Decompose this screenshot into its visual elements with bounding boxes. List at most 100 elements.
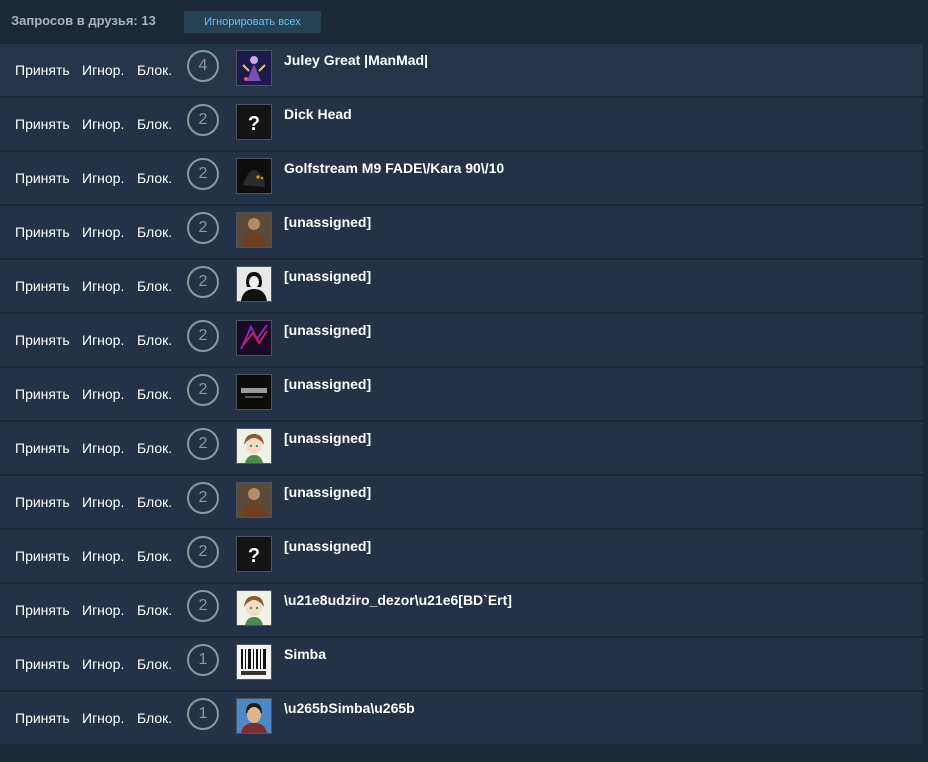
friend-requests-header: Запросов в друзья: 13 Игнорировать всех: [0, 0, 928, 44]
avatar[interactable]: [236, 590, 272, 626]
request-name[interactable]: [unassigned]: [284, 268, 371, 284]
accept-button[interactable]: Принять: [15, 224, 70, 240]
list-item: Принять Игнор. Блок. 1 \u265bSimba\u265b: [0, 692, 923, 744]
request-name[interactable]: [unassigned]: [284, 430, 371, 446]
accept-button[interactable]: Принять: [15, 548, 70, 564]
child-photo-icon: [237, 699, 271, 733]
list-item: Принять Игнор. Блок. 2 Golfstream M9 FAD…: [0, 152, 923, 204]
accept-button[interactable]: Принять: [15, 440, 70, 456]
level-badge: 2: [187, 536, 219, 568]
level-badge: 2: [187, 104, 219, 136]
request-name[interactable]: Golfstream M9 FADE\/Kara 90\/10: [284, 160, 504, 176]
list-item: Принять Игнор. Блок. 1 Simba: [0, 638, 923, 690]
svg-text:?: ?: [248, 113, 260, 135]
block-button[interactable]: Блок.: [137, 170, 172, 186]
ignore-button[interactable]: Игнор.: [82, 116, 124, 132]
list-item: Принять Игнор. Блок. 2 [unassigned]: [0, 260, 923, 312]
friend-request-list: Принять Игнор. Блок. 4 Juley Great |ManM…: [0, 44, 923, 746]
accept-button[interactable]: Принять: [15, 278, 70, 294]
accept-button[interactable]: Принять: [15, 386, 70, 402]
ignore-button[interactable]: Игнор.: [82, 62, 124, 78]
ignore-all-button[interactable]: Игнорировать всех: [184, 11, 321, 33]
avatar[interactable]: [236, 50, 272, 86]
level-badge: 4: [187, 50, 219, 82]
request-name[interactable]: Juley Great |ManMad|: [284, 52, 428, 68]
ignore-button[interactable]: Игнор.: [82, 602, 124, 618]
block-button[interactable]: Блок.: [137, 278, 172, 294]
request-name[interactable]: [unassigned]: [284, 484, 371, 500]
barcode-logo-icon: [237, 645, 271, 679]
avatar[interactable]: [236, 158, 272, 194]
ignore-button[interactable]: Игнор.: [82, 278, 124, 294]
person-photo-icon: [237, 213, 271, 247]
level-badge: 2: [187, 482, 219, 514]
ignore-button[interactable]: Игнор.: [82, 224, 124, 240]
ignore-button[interactable]: Игнор.: [82, 548, 124, 564]
ignore-button[interactable]: Игнор.: [82, 656, 124, 672]
accept-button[interactable]: Принять: [15, 710, 70, 726]
level-badge: 2: [187, 158, 219, 190]
request-name[interactable]: \u265bSimba\u265b: [284, 700, 415, 716]
accept-button[interactable]: Принять: [15, 494, 70, 510]
accept-button[interactable]: Принять: [15, 602, 70, 618]
ignore-button[interactable]: Игнор.: [82, 170, 124, 186]
list-item: Принять Игнор. Блок. 4 Juley Great |ManM…: [0, 44, 923, 96]
level-badge: 2: [187, 428, 219, 460]
dark-creature-icon: [237, 159, 271, 193]
anime-character-icon: [237, 591, 271, 625]
level-badge: 2: [187, 212, 219, 244]
block-button[interactable]: Блок.: [137, 494, 172, 510]
ignore-button[interactable]: Игнор.: [82, 386, 124, 402]
level-badge: 2: [187, 266, 219, 298]
block-button[interactable]: Блок.: [137, 386, 172, 402]
list-item: Принять Игнор. Блок. 2 ? [unassigned]: [0, 530, 923, 582]
avatar[interactable]: [236, 698, 272, 734]
accept-button[interactable]: Принять: [15, 62, 70, 78]
block-button[interactable]: Блок.: [137, 116, 172, 132]
avatar[interactable]: ?: [236, 536, 272, 572]
anime-character-icon: [237, 429, 271, 463]
accept-button[interactable]: Принять: [15, 332, 70, 348]
block-button[interactable]: Блок.: [137, 332, 172, 348]
person-photo-icon: [237, 483, 271, 517]
avatar[interactable]: [236, 320, 272, 356]
request-name[interactable]: [unassigned]: [284, 214, 371, 230]
block-button[interactable]: Блок.: [137, 62, 172, 78]
block-button[interactable]: Блок.: [137, 548, 172, 564]
request-name[interactable]: [unassigned]: [284, 376, 371, 392]
request-name[interactable]: \u21e8udziro_dezor\u21e6[BD`Ert]: [284, 592, 512, 608]
block-button[interactable]: Блок.: [137, 656, 172, 672]
bw-portrait-icon: [237, 267, 271, 301]
avatar[interactable]: [236, 374, 272, 410]
avatar[interactable]: [236, 644, 272, 680]
accept-button[interactable]: Принять: [15, 656, 70, 672]
avatar[interactable]: ?: [236, 104, 272, 140]
ignore-button[interactable]: Игнор.: [82, 494, 124, 510]
avatar[interactable]: [236, 482, 272, 518]
envy-logo-icon: [237, 321, 271, 355]
list-item: Принять Игнор. Блок. 2 [unassigned]: [0, 206, 923, 258]
list-item: Принять Игнор. Блок. 2 [unassigned]: [0, 422, 923, 474]
accept-button[interactable]: Принять: [15, 116, 70, 132]
avatar[interactable]: [236, 212, 272, 248]
avatar[interactable]: [236, 428, 272, 464]
block-button[interactable]: Блок.: [137, 602, 172, 618]
request-name[interactable]: Simba: [284, 646, 326, 662]
request-name[interactable]: Dick Head: [284, 106, 352, 122]
block-button[interactable]: Блок.: [137, 710, 172, 726]
ignore-button[interactable]: Игнор.: [82, 332, 124, 348]
ignore-button[interactable]: Игнор.: [82, 440, 124, 456]
question-mark-icon: ?: [237, 105, 271, 139]
accept-button[interactable]: Принять: [15, 170, 70, 186]
request-name[interactable]: [unassigned]: [284, 538, 371, 554]
list-item: Принять Игнор. Блок. 2 \u21e8udziro_dezo…: [0, 584, 923, 636]
avatar[interactable]: [236, 266, 272, 302]
requests-count: Запросов в друзья: 13: [11, 13, 156, 28]
block-button[interactable]: Блок.: [137, 224, 172, 240]
list-item: Принять Игнор. Блок. 2 [unassigned]: [0, 314, 923, 366]
block-button[interactable]: Блок.: [137, 440, 172, 456]
level-badge: 2: [187, 374, 219, 406]
request-name[interactable]: [unassigned]: [284, 322, 371, 338]
ignore-button[interactable]: Игнор.: [82, 710, 124, 726]
question-mark-icon: ?: [237, 537, 271, 571]
